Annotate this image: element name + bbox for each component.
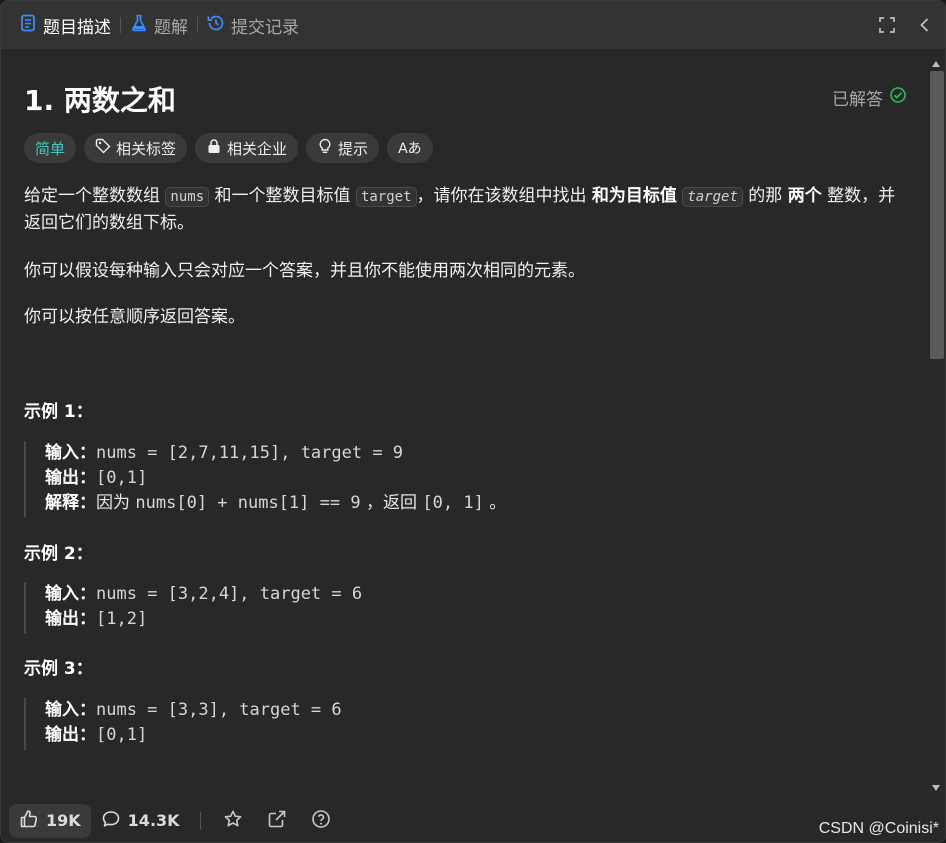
explain-label: 解释： — [45, 493, 96, 513]
example-2-title: 示例 2： — [24, 544, 93, 564]
hint-label: 提示 — [338, 139, 369, 158]
input-label: 输入： — [45, 443, 96, 463]
output-label: 输出： — [45, 725, 96, 745]
flask-icon — [130, 14, 148, 37]
help-button[interactable] — [299, 804, 343, 838]
footer-divider — [199, 811, 201, 830]
explain-code: [0, 1] — [422, 493, 484, 513]
inline-code: target — [355, 187, 417, 207]
tab-solutions-label: 题解 — [154, 17, 188, 38]
tab-description-label: 题目描述 — [43, 17, 111, 38]
example-output-line: 输出：[0,1] — [45, 466, 506, 491]
description-icon — [19, 14, 37, 37]
external-link-icon — [267, 809, 287, 833]
translate-button[interactable]: Aあ — [387, 133, 433, 163]
problem-content: 1. 两数之和 已解答 简单 相关标签 相关企业 提示 Aあ 给定一个整数数组 … — [1, 49, 925, 797]
example-input: nums = [3,3], target = 6 — [96, 700, 342, 720]
description-text: 给定一个整数数组 — [24, 186, 166, 206]
history-icon — [207, 14, 225, 37]
example-output: [0,1] — [96, 725, 148, 745]
comment-count: 14.3K — [127, 811, 180, 830]
tab-divider — [197, 17, 198, 33]
difficulty-label: 简单 — [35, 139, 66, 158]
description-paragraph-2: 你可以假设每种输入只会对应一个答案，并且你不能使用两次相同的元素。 — [24, 261, 585, 281]
thumbs-up-icon — [19, 809, 39, 833]
example-3-block: 输入：nums = [3,3], target = 6 输出：[0,1] — [24, 698, 342, 750]
lightbulb-icon — [317, 138, 333, 158]
tab-solutions[interactable]: 题解 — [130, 1, 188, 49]
description-text: 的那 — [742, 186, 788, 206]
problem-title: 1. 两数之和 — [24, 84, 176, 117]
explain-text: ，返回 — [360, 493, 423, 513]
solved-status-label: 已解答 — [832, 90, 883, 110]
tab-divider — [120, 17, 121, 33]
description-paragraph-1: 给定一个整数数组 nums 和一个整数目标值 target ，请你在该数组中找出 … — [24, 183, 904, 236]
description-paragraph-3: 你可以按任意顺序返回答案。 — [24, 307, 245, 327]
inline-code: target — [682, 187, 743, 207]
example-input-line: 输入：nums = [3,3], target = 6 — [45, 698, 342, 723]
description-text: ，请你在该数组中找出 — [416, 186, 592, 206]
example-3-title: 示例 3： — [24, 659, 93, 679]
description-bold: 两个 — [787, 186, 822, 206]
difficulty-badge[interactable]: 简单 — [24, 133, 77, 163]
footer-bar: 19K 14.3K CSDN @Coinisi* — [1, 797, 945, 842]
problem-panel: 题目描述 题解 提交记录 1. 两数之和 已解答 简单 相关标签 相关企业 提示… — [0, 0, 946, 843]
description-text: 和一个整数目标值 — [209, 186, 356, 206]
explain-text: 因为 — [96, 493, 136, 513]
related-companies-button[interactable]: 相关企业 — [195, 133, 299, 163]
example-output-line: 输出：[1,2] — [45, 607, 362, 632]
example-input-line: 输入：nums = [2,7,11,15], target = 9 — [45, 441, 506, 466]
tab-submissions[interactable]: 提交记录 — [207, 1, 299, 49]
output-label: 输出： — [45, 609, 96, 629]
inline-code: nums — [165, 187, 210, 207]
example-2-block: 输入：nums = [3,2,4], target = 6 输出：[1,2] — [24, 582, 362, 634]
related-companies-label: 相关企业 — [227, 139, 288, 158]
scroll-up-arrow[interactable] — [932, 61, 940, 67]
example-1-block: 输入：nums = [2,7,11,15], target = 9 输出：[0,… — [24, 441, 506, 517]
collapse-icon[interactable] — [915, 15, 935, 35]
watermark: CSDN @Coinisi* — [818, 820, 939, 837]
example-input-line: 输入：nums = [3,2,4], target = 6 — [45, 582, 362, 607]
tab-description[interactable]: 题目描述 — [19, 1, 111, 49]
example-1-title: 示例 1： — [24, 402, 93, 422]
output-label: 输出： — [45, 468, 96, 488]
explain-code: nums[0] + nums[1] == 9 — [135, 493, 361, 513]
explain-text: 。 — [483, 493, 507, 513]
comments-button[interactable]: 14.3K — [91, 804, 190, 838]
tab-bar: 题目描述 题解 提交记录 — [1, 1, 945, 49]
tab-submissions-label: 提交记录 — [231, 17, 299, 38]
solved-status: 已解答 — [832, 85, 907, 110]
hint-button[interactable]: 提示 — [306, 133, 380, 163]
like-button[interactable]: 19K — [9, 803, 91, 838]
input-label: 输入： — [45, 700, 96, 720]
vertical-scrollbar[interactable] — [927, 55, 944, 797]
favorite-button[interactable] — [211, 804, 255, 838]
example-output-line: 输出：[0,1] — [45, 723, 342, 748]
like-count: 19K — [46, 811, 81, 830]
question-circle-icon — [311, 809, 331, 833]
tag-row: 简单 相关标签 相关企业 提示 Aあ — [24, 133, 433, 163]
fullscreen-icon[interactable] — [877, 15, 897, 35]
example-input: nums = [2,7,11,15], target = 9 — [96, 443, 404, 463]
description-bold: 和为目标值 — [591, 186, 677, 206]
example-explain-line: 解释：因为 nums[0] + nums[1] == 9 ，返回 [0, 1] … — [45, 491, 506, 516]
check-circle-icon — [889, 86, 907, 109]
related-tags-label: 相关标签 — [116, 139, 177, 158]
comment-icon — [101, 809, 121, 833]
example-input: nums = [3,2,4], target = 6 — [96, 584, 363, 604]
tab-actions — [877, 1, 935, 49]
star-icon — [223, 809, 243, 833]
tag-icon — [95, 138, 111, 158]
example-output: [1,2] — [96, 609, 148, 629]
scroll-down-arrow[interactable] — [932, 785, 940, 791]
lock-icon — [206, 138, 222, 158]
example-output: [0,1] — [96, 468, 148, 488]
translate-icon: Aあ — [398, 141, 422, 157]
share-button[interactable] — [255, 804, 299, 838]
scroll-thumb[interactable] — [930, 71, 944, 359]
input-label: 输入： — [45, 584, 96, 604]
related-tags-button[interactable]: 相关标签 — [84, 133, 188, 163]
